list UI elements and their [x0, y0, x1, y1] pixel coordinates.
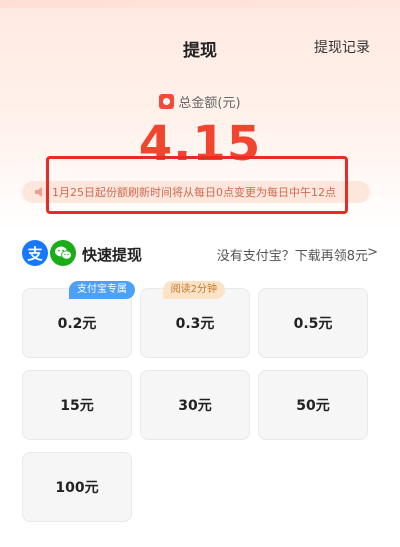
amount-option-label: 100元 — [55, 480, 99, 496]
amount-option-100[interactable]: 100元 — [22, 452, 132, 522]
amount-option-0-2[interactable]: 0.2元 支付宝专属 — [22, 281, 135, 358]
amount-option-label: 0.5元 — [293, 316, 333, 332]
alipay-exclusive-badge: 支付宝专属 — [69, 281, 135, 299]
wechat-icon — [50, 240, 76, 266]
balance-label-row: 总金额(元) — [0, 92, 400, 111]
amount-option-label: 0.3元 — [175, 316, 215, 332]
speaker-icon — [35, 187, 42, 197]
read-time-badge: 阅读2分钟 — [162, 281, 225, 299]
quick-withdraw-header: 支 快速提现 没有支付宝？下载再领8元 > — [0, 238, 400, 268]
amount-option-label: 15元 — [60, 398, 94, 414]
chevron-right-icon[interactable]: > — [367, 245, 378, 260]
balance-label: 总金额(元) — [178, 96, 241, 111]
coin-icon — [159, 94, 175, 109]
withdraw-record-link[interactable]: 提现记录 — [314, 37, 370, 57]
amount-option-0-5[interactable]: 0.5元 — [258, 288, 368, 358]
amount-option-label: 50元 — [296, 398, 330, 414]
amount-option-0-3[interactable]: 0.3元 阅读2分钟 — [140, 281, 250, 358]
download-alipay-link[interactable]: 没有支付宝？下载再领8元 — [217, 245, 368, 264]
amount-option-50[interactable]: 50元 — [258, 370, 368, 440]
amount-option-15[interactable]: 15元 — [22, 370, 132, 440]
status-bar — [0, 0, 400, 8]
alipay-icon: 支 — [22, 240, 48, 266]
amount-option-30[interactable]: 30元 — [140, 370, 250, 440]
section-title: 快速提现 — [82, 246, 143, 264]
amount-option-label: 0.2元 — [57, 316, 97, 332]
notice-highlight-box — [46, 156, 348, 214]
amount-option-label: 30元 — [178, 398, 212, 414]
nav-header: 提现 提现记录 — [0, 30, 400, 64]
